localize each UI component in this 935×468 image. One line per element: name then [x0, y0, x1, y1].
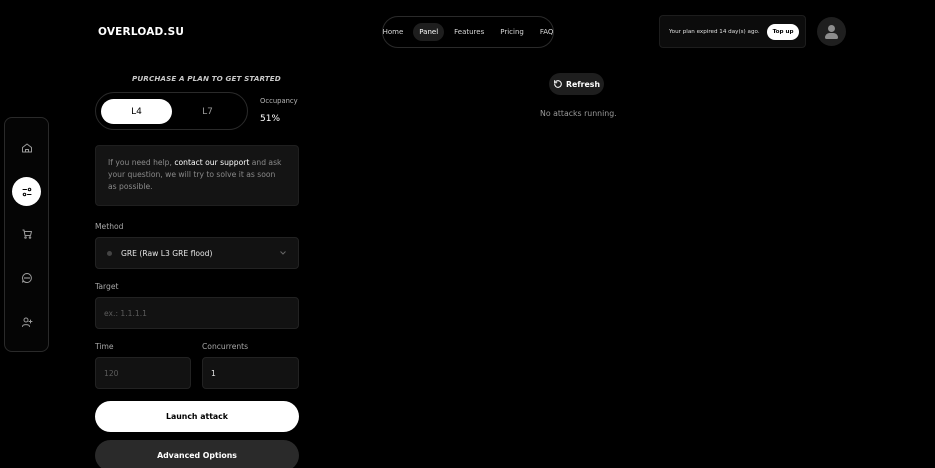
- time-placeholder: 120: [104, 368, 119, 378]
- nav-panel[interactable]: Panel: [413, 23, 445, 41]
- time-input[interactable]: 120: [95, 357, 191, 389]
- layer-toggle: L4 L7: [95, 92, 248, 130]
- user-avatar[interactable]: [817, 17, 846, 46]
- layer-l7-option[interactable]: L7: [172, 99, 243, 124]
- sidebar-item-support[interactable]: [12, 263, 41, 292]
- method-label: Method: [95, 222, 124, 231]
- add-user-icon: [21, 317, 32, 327]
- method-select[interactable]: GRE (Raw L3 GRE flood): [95, 237, 299, 269]
- method-status-dot: [107, 250, 112, 256]
- nav-features[interactable]: Features: [448, 23, 490, 41]
- refresh-button[interactable]: Refresh: [549, 73, 604, 95]
- nav-faq[interactable]: FAQ: [534, 23, 560, 41]
- no-attacks-text: No attacks running.: [540, 109, 617, 118]
- avatar-head: [828, 25, 835, 32]
- sidebar: [4, 117, 49, 352]
- panel-sliders-icon: [21, 187, 32, 196]
- concurrents-value: 1: [211, 368, 216, 378]
- refresh-icon: [554, 80, 562, 88]
- concurrents-label: Concurrents: [202, 342, 249, 351]
- nav-home[interactable]: Home: [377, 23, 410, 41]
- time-label: Time: [95, 342, 114, 351]
- target-label: Target: [95, 282, 119, 291]
- contact-support-link[interactable]: contact our support: [174, 158, 249, 167]
- top-up-button[interactable]: Top up: [766, 23, 800, 40]
- advanced-options-button[interactable]: Advanced Options: [95, 440, 299, 468]
- sidebar-item-home[interactable]: [12, 133, 41, 162]
- chat-icon: [21, 272, 32, 283]
- refresh-label: Refresh: [565, 79, 600, 89]
- purchase-plan-heading: PURCHASE A PLAN TO GET STARTED: [132, 74, 281, 83]
- avatar-body: [825, 33, 838, 39]
- site-logo[interactable]: OVERLOAD.SU: [98, 26, 184, 38]
- occupancy-label: Occupancy: [260, 97, 298, 105]
- chevron-down-icon: [280, 251, 286, 255]
- help-notice: If you need help, contact our support an…: [95, 145, 299, 206]
- home-icon: [21, 143, 32, 152]
- help-text-prefix: If you need help,: [108, 158, 175, 167]
- launch-attack-button[interactable]: Launch attack: [95, 401, 299, 432]
- sidebar-item-panel[interactable]: [12, 177, 41, 206]
- occupancy-value: 51%: [260, 114, 281, 124]
- sidebar-item-shop[interactable]: [12, 219, 41, 248]
- target-input[interactable]: ex.: 1.1.1.1: [95, 297, 299, 329]
- plan-status-box: Your plan expired 14 day(s) ago. Top up: [659, 15, 806, 48]
- top-nav: Home Panel Features Pricing FAQ: [382, 16, 554, 48]
- method-selected-value: GRE (Raw L3 GRE flood): [121, 248, 213, 258]
- nav-pricing[interactable]: Pricing: [494, 23, 530, 41]
- layer-l4-option[interactable]: L4: [101, 99, 172, 124]
- plan-expired-text: Your plan expired 14 day(s) ago.: [669, 28, 760, 35]
- cart-icon: [22, 229, 32, 239]
- sidebar-item-account[interactable]: [12, 307, 41, 336]
- target-placeholder: ex.: 1.1.1.1: [104, 308, 147, 318]
- concurrents-input[interactable]: 1: [202, 357, 299, 389]
